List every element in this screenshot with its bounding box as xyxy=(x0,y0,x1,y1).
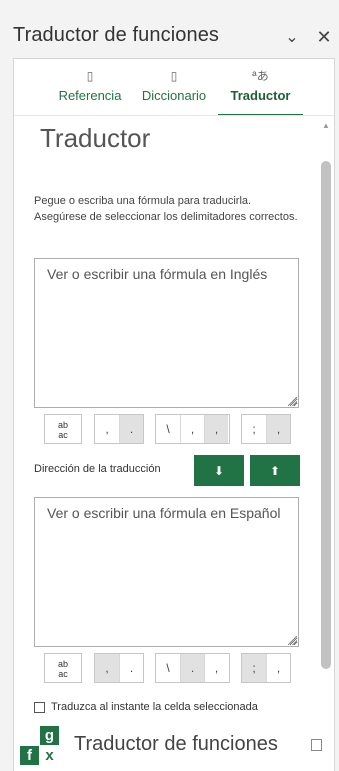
delimiter-group-2: \ , , xyxy=(155,414,230,444)
delimiter-option[interactable]: , xyxy=(95,654,119,682)
delimiter-group-1: , . xyxy=(94,414,144,444)
tab-divider xyxy=(14,115,334,116)
logo-cell: f xyxy=(20,746,39,765)
spellcheck-button[interactable]: ab ac xyxy=(44,653,82,683)
delimiter-option[interactable]: . xyxy=(119,415,143,443)
delimiter-group-3: ; , xyxy=(241,414,291,444)
document-icon[interactable] xyxy=(311,739,322,751)
source-delimiter-row: ab ac , . \ , , ; , xyxy=(44,414,294,444)
delimiter-option[interactable]: \ xyxy=(156,654,180,682)
instant-translate-checkbox[interactable] xyxy=(34,701,45,713)
scroll-up-icon[interactable]: ▲ xyxy=(320,121,332,130)
resize-grip-icon[interactable] xyxy=(288,636,298,646)
source-formula-input[interactable]: Ver o escribir una fórmula en Inglés xyxy=(34,258,299,408)
tab-label: Referencia xyxy=(58,88,122,103)
translate-up-button[interactable]: ⬆ xyxy=(250,455,300,486)
logo-cell xyxy=(20,726,39,745)
abc-top-text: ab xyxy=(57,420,68,430)
footer: g f x Traductor de funciones xyxy=(14,723,334,771)
tab-label: Traductor xyxy=(230,88,291,103)
delimiter-group-1: , . xyxy=(94,653,144,683)
delimiter-option[interactable]: , xyxy=(266,415,290,443)
chevron-down-icon[interactable]: ⌄ xyxy=(281,26,303,48)
delimiter-option[interactable]: , xyxy=(204,415,228,443)
direction-label: Dirección de la traducción xyxy=(34,463,161,475)
tab-bar: ▯ Referencia ▯ Diccionario ªあ Traductor xyxy=(14,59,334,116)
spellcheck-button[interactable]: ab ac xyxy=(44,414,82,444)
delimiter-option[interactable]: . xyxy=(119,654,143,682)
tab-referencia[interactable]: ▯ Referencia xyxy=(56,67,124,115)
abc-bottom-text: ac xyxy=(58,430,68,440)
tab-diccionario[interactable]: ▯ Diccionario xyxy=(138,67,210,115)
abc-bottom-text: ac xyxy=(58,669,68,679)
delimiter-option[interactable]: ; xyxy=(242,415,266,443)
delimiter-group-2: \ . , xyxy=(155,653,230,683)
scrollbar[interactable]: ▲ ▼ xyxy=(320,119,332,771)
delimiter-option[interactable]: , xyxy=(180,415,204,443)
delimiter-option[interactable]: , xyxy=(204,654,228,682)
functions-translator-logo: g f x xyxy=(20,726,60,766)
pane-title: Traductor de funciones xyxy=(13,24,220,46)
logo-cell: g xyxy=(40,726,59,745)
resize-grip-icon[interactable] xyxy=(288,397,298,407)
abc-top-text: ab xyxy=(57,659,68,669)
target-delimiter-row: ab ac , . \ . , ; , xyxy=(44,653,294,683)
delimiter-group-3: ; , xyxy=(241,653,291,683)
reference-icon: ▯ xyxy=(86,69,94,83)
dictionary-icon: ▯ xyxy=(170,69,178,83)
target-formula-input[interactable]: Ver o escribir una fórmula en Español xyxy=(34,497,299,647)
delimiter-option[interactable]: , xyxy=(95,415,119,443)
tab-label: Diccionario xyxy=(141,88,207,103)
footer-title: Traductor de funciones xyxy=(74,733,278,755)
translate-icon: ªあ xyxy=(252,69,269,83)
page-title: Traductor xyxy=(40,123,151,153)
delimiter-option[interactable]: , xyxy=(266,654,290,682)
delimiter-option[interactable]: ; xyxy=(242,654,266,682)
instant-translate-label: Traduzca al instante la celda selecciona… xyxy=(51,701,258,713)
tab-traductor[interactable]: ªあ Traductor xyxy=(218,67,303,116)
translator-card: ▯ Referencia ▯ Diccionario ªあ Traductor … xyxy=(13,58,335,771)
delimiter-option[interactable]: . xyxy=(180,654,204,682)
scrollbar-thumb[interactable] xyxy=(321,161,331,669)
close-icon[interactable]: ✕ xyxy=(313,26,335,48)
delimiter-option[interactable]: \ xyxy=(156,415,180,443)
translate-down-button[interactable]: ⬇ xyxy=(194,455,244,486)
help-text: Pegue o escriba una fórmula para traduci… xyxy=(34,195,298,223)
instant-translate-row: Traduzca al instante la celda selecciona… xyxy=(34,701,258,713)
logo-cell: x xyxy=(40,746,59,765)
